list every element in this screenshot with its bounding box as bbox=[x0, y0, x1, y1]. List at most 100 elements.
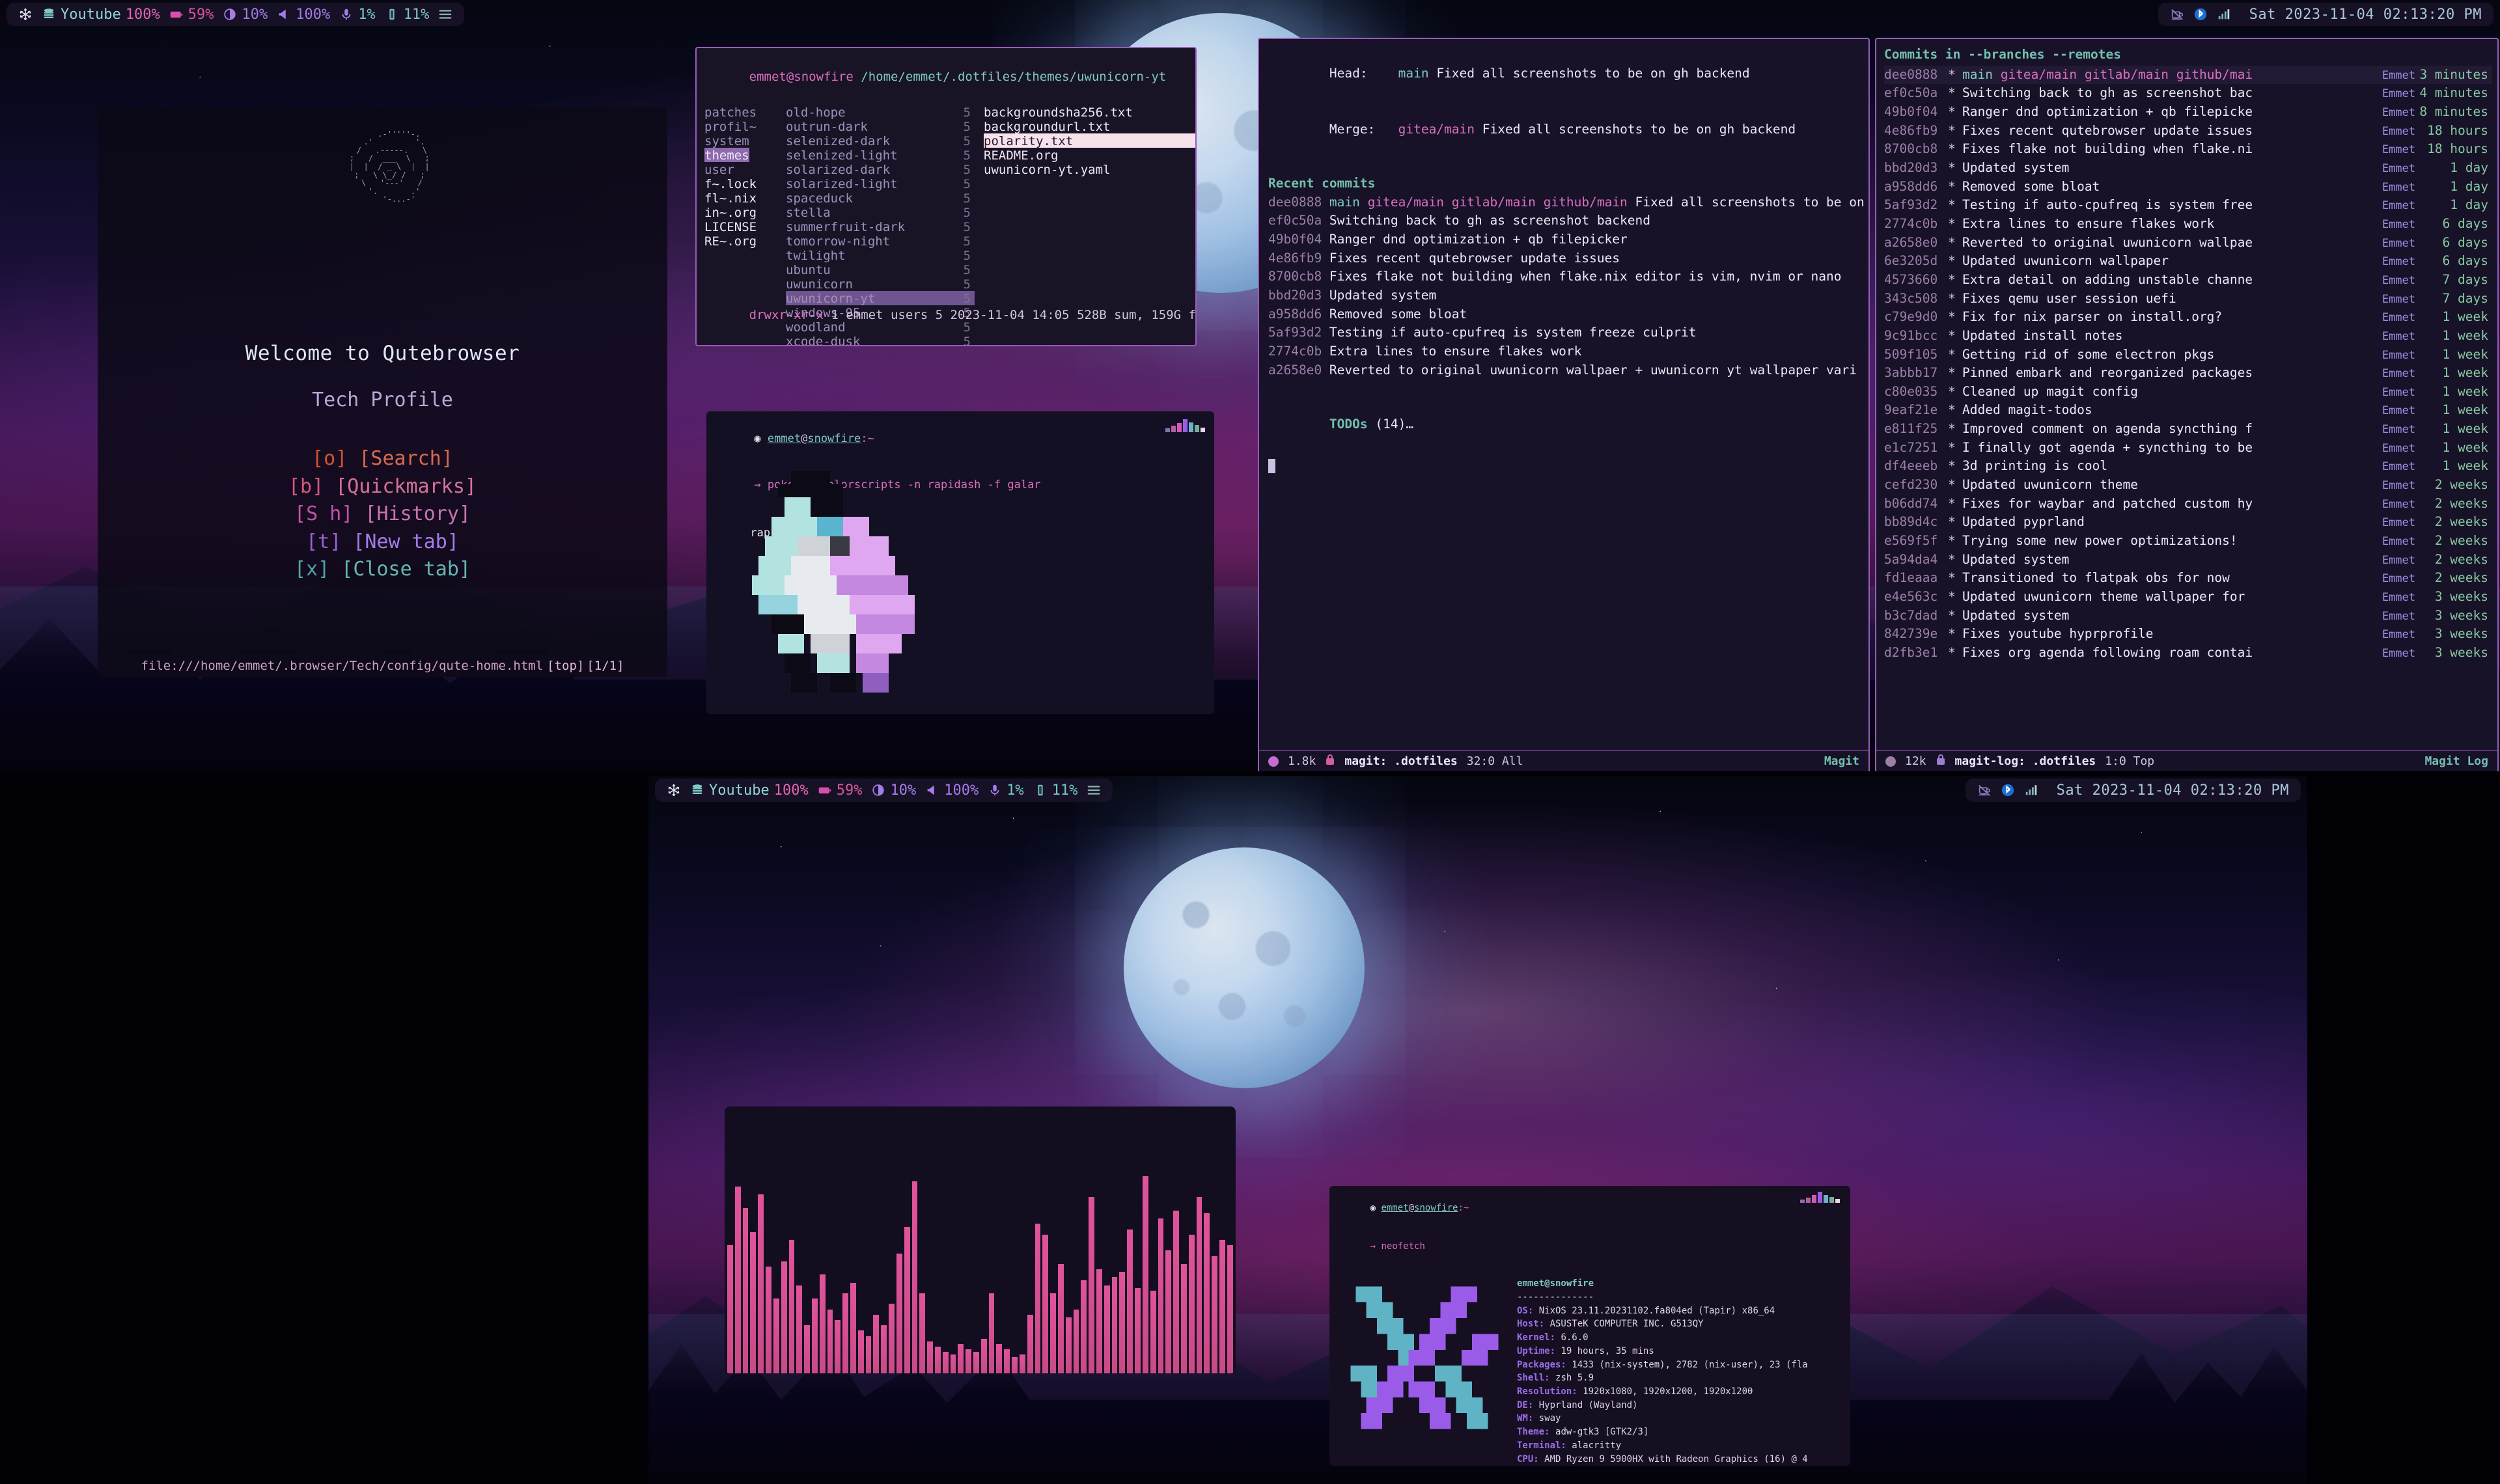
magit-commit-row[interactable]: a958dd6 Removed some bloat bbox=[1268, 305, 1859, 324]
brightness-module[interactable]: 10% bbox=[223, 7, 268, 23]
hamburger-menu-icon[interactable] bbox=[438, 7, 452, 21]
quick-links[interactable]: [o] [Search] [b] [Quickmarks] [S h] [His… bbox=[288, 445, 477, 584]
ranger-entry[interactable]: solarized-light 5 bbox=[786, 176, 975, 191]
magit-buffer[interactable]: Head: main Fixed all screenshots to be o… bbox=[1259, 39, 1868, 480]
waybar-monitor-2[interactable]: Youtube 100% 59% 10% 100% 1% 11% Sat 202… bbox=[648, 776, 2307, 804]
magit-log-row[interactable]: 4e86fb9 * Fixes recent qutebrowser update … bbox=[1884, 122, 2492, 141]
quicklink-row[interactable]: [t] [New tab] bbox=[288, 529, 477, 556]
clock[interactable]: Sat 2023-11-04 02:13:20 PM bbox=[2249, 7, 2482, 23]
ranger-entry[interactable]: spaceduck 5 bbox=[786, 191, 975, 206]
magit-log-row[interactable]: e569f5f * Trying some new power optimizati… bbox=[1884, 532, 2492, 551]
magit-commit-row[interactable]: 5af93d2 Testing if auto-cpufreq is syste… bbox=[1268, 323, 1859, 342]
quicklink-label[interactable]: [History] bbox=[365, 502, 471, 525]
ranger-entry[interactable]: backgroundsha256.txt bbox=[984, 105, 1195, 119]
magit-log-row[interactable]: fd1eaaa * Transitioned to flatpak obs for … bbox=[1884, 569, 2492, 588]
magit-log-row[interactable]: 5af93d2 * Testing if auto-cpufreq is syste… bbox=[1884, 196, 2492, 215]
magit-log-row[interactable]: 49b0f04 * Ranger dnd optimization + qb fil… bbox=[1884, 103, 2492, 122]
window-magit-log[interactable]: Commits in --branches --remotes dee0888 *… bbox=[1875, 38, 2499, 773]
magit-commit-row[interactable]: 4e86fb9 Fixes recent qutebrowser update … bbox=[1268, 249, 1859, 268]
magit-log-row[interactable]: bbd20d3 * Updated system Emmet 1 day bbox=[1884, 159, 2492, 178]
magit-log-row[interactable]: 9eaf21e * Added magit-todos Emmet 1 week bbox=[1884, 401, 2492, 420]
ranger-entry[interactable]: polarity.txt bbox=[984, 133, 1195, 148]
idle-inhibitor-icon[interactable] bbox=[1977, 783, 1992, 797]
magit-log-row[interactable]: 4573660 * Extra detail on adding unstable … bbox=[1884, 271, 2492, 290]
magit-log-row[interactable]: b06dd74 * Fixes for waybar and patched cus… bbox=[1884, 495, 2492, 514]
magit-log-row[interactable]: dee0888 * main gitea/main gitlab/main gith… bbox=[1884, 65, 2492, 85]
magit-log-rows[interactable]: dee0888 * main gitea/main gitlab/main gith… bbox=[1884, 65, 2492, 663]
magit-log-row[interactable]: d2fb3e1 * Fixes org agenda following roam … bbox=[1884, 644, 2492, 663]
ranger-entry[interactable]: in~.org bbox=[704, 205, 786, 219]
ranger-entry[interactable]: profil~ bbox=[704, 119, 786, 133]
quicklink-row[interactable]: [S h] [History] bbox=[288, 501, 477, 529]
magit-commit-row[interactable]: 2774c0b Extra lines to ensure flakes wor… bbox=[1268, 342, 1859, 361]
magit-log-row[interactable]: 9c91bcc * Updated install notes Emmet 1 week bbox=[1884, 327, 2492, 346]
ranger-entry[interactable]: old-hope 5 bbox=[786, 105, 975, 120]
magit-log-row[interactable]: cefd230 * Updated uwunicorn theme Emmet 2 we… bbox=[1884, 476, 2492, 495]
waybar-right-modules[interactable]: Sat 2023-11-04 02:13:20 PM bbox=[1965, 778, 2301, 802]
quicklink-label[interactable]: [New tab] bbox=[353, 530, 459, 553]
magit-log-row[interactable]: a958dd6 * Removed some bloat Emmet 1 day bbox=[1884, 178, 2492, 197]
ranger-entry[interactable]: outrun-dark 5 bbox=[786, 119, 975, 134]
magit-log-row[interactable]: 509f105 * Getting rid of some electron pkg… bbox=[1884, 346, 2492, 364]
waybar-right-modules[interactable]: Sat 2023-11-04 02:13:20 PM bbox=[2158, 3, 2493, 26]
quicklink-label[interactable]: [Search] bbox=[359, 447, 453, 470]
magit-log-row[interactable]: e811f25 * Improved comment on agenda synct… bbox=[1884, 420, 2492, 439]
waybar-left-modules[interactable]: Youtube 100% 59% 10% 100% 1% 11% bbox=[655, 778, 1113, 802]
microphone-module[interactable]: 1% bbox=[339, 7, 376, 23]
ranger-entry[interactable]: backgroundurl.txt bbox=[984, 119, 1195, 133]
window-cava-visualizer[interactable] bbox=[725, 1106, 1236, 1373]
magit-commit-row[interactable]: dee0888 main gitea/main gitlab/main gith… bbox=[1268, 193, 1865, 212]
magit-log-row[interactable]: e4e563c * Updated uwunicorn theme wallpape… bbox=[1884, 588, 2492, 607]
window-ranger[interactable]: emmet@snowfire /home/emmet/.dotfiles/the… bbox=[695, 47, 1197, 346]
bluetooth-icon[interactable] bbox=[2193, 7, 2208, 21]
nix-snowflake-icon[interactable] bbox=[667, 783, 681, 797]
magit-log-row[interactable]: e1c7251 * I finally got agenda + syncthing… bbox=[1884, 439, 2492, 458]
ranger-entry[interactable]: summerfruit-dark 5 bbox=[786, 219, 975, 234]
nix-snowflake-icon[interactable] bbox=[18, 7, 33, 21]
brightness-module[interactable]: 10% bbox=[871, 782, 916, 799]
quicklink-label[interactable]: [Close tab] bbox=[341, 558, 471, 581]
magit-commit-row[interactable]: 49b0f04 Ranger dnd optimization + qb fil… bbox=[1268, 230, 1859, 249]
ranger-entry[interactable]: system bbox=[704, 133, 786, 148]
ranger-entry[interactable]: RE~.org bbox=[704, 234, 786, 248]
magit-log-row[interactable]: ef0c50a * Switching back to gh as screensh… bbox=[1884, 84, 2492, 103]
magit-log-row[interactable]: b3c7dad * Updated system Emmet 3 weeks bbox=[1884, 607, 2492, 625]
window-magit[interactable]: Head: main Fixed all screenshots to be o… bbox=[1258, 38, 1870, 773]
magit-log-row[interactable]: 2774c0b * Extra lines to ensure flakes wor… bbox=[1884, 215, 2492, 234]
battery-module[interactable]: 59% bbox=[169, 7, 214, 23]
ranger-entry[interactable]: stella 5 bbox=[786, 205, 975, 220]
magit-log-row[interactable]: 6e3205d * Updated uwunicorn wallpaper Emmet… bbox=[1884, 252, 2492, 271]
magit-section-recent-commits[interactable]: Recent commits bbox=[1268, 174, 1859, 193]
ranger-entry[interactable]: themes bbox=[704, 148, 786, 163]
network-signal-icon[interactable] bbox=[2217, 7, 2231, 21]
magit-log-row[interactable]: 3abbb17 * Pinned embark and reorganized pa… bbox=[1884, 364, 2492, 383]
magit-commit-list[interactable]: dee0888 main gitea/main gitlab/main gith… bbox=[1268, 193, 1865, 380]
ranger-entry[interactable]: user bbox=[704, 162, 786, 176]
magit-log-row[interactable]: bb89d4c * Updated pyprland Emmet 2 weeks bbox=[1884, 513, 2492, 532]
waybar-monitor-1[interactable]: Youtube 100% 59% 10% 100% 1% 11% Sat 202… bbox=[0, 0, 2500, 29]
ranger-entry[interactable]: solarized-dark 5 bbox=[786, 162, 975, 177]
ranger-entry[interactable]: f~.lock bbox=[704, 176, 786, 191]
quicklink-label[interactable]: [Quickmarks] bbox=[335, 475, 477, 498]
quicklink-row[interactable]: [o] [Search] bbox=[288, 445, 477, 473]
magit-log-row[interactable]: 5a94da4 * Updated system Emmet 2 weeks bbox=[1884, 551, 2492, 570]
microphone-module[interactable]: 1% bbox=[988, 782, 1024, 799]
magit-commit-row[interactable]: 8700cb8 Fixes flake not building when fl… bbox=[1268, 268, 1859, 286]
waybar-left-modules[interactable]: Youtube 100% 59% 10% 100% 1% 11% bbox=[7, 3, 465, 26]
magit-commit-row[interactable]: a2658e0 Reverted to original uwunicorn w… bbox=[1268, 361, 1859, 380]
magit-log-row[interactable]: c79e9d0 * Fix for nix parser on install.or… bbox=[1884, 308, 2492, 327]
network-signal-icon[interactable] bbox=[2024, 783, 2038, 797]
magit-log-row[interactable]: a2658e0 * Reverted to original uwunicorn w… bbox=[1884, 234, 2492, 253]
magit-log-row[interactable]: 8700cb8 * Fixes flake not building when fl… bbox=[1884, 140, 2492, 159]
magit-commit-row[interactable]: ef0c50a Switching back to gh as screensh… bbox=[1268, 212, 1859, 230]
magit-log-buffer[interactable]: Commits in --branches --remotes dee0888 *… bbox=[1876, 39, 2497, 663]
ranger-entry[interactable]: README.org bbox=[984, 148, 1195, 162]
cpu-module[interactable]: 11% bbox=[1033, 782, 1077, 799]
window-qutebrowser[interactable]: .-'''''-. .' '. / .-----. \ ; / ___ \ ; … bbox=[98, 107, 667, 677]
volume-module[interactable]: 100% bbox=[925, 782, 979, 799]
magit-section-todos[interactable]: TODOs (14)… bbox=[1268, 396, 1859, 452]
ranger-entry[interactable]: fl~.nix bbox=[704, 191, 786, 205]
battery-module[interactable]: 59% bbox=[818, 782, 862, 799]
magit-log-row[interactable]: df4eeeb * 3d printing is cool Emmet 1 week bbox=[1884, 457, 2492, 476]
volume-module[interactable]: 100% bbox=[277, 7, 330, 23]
